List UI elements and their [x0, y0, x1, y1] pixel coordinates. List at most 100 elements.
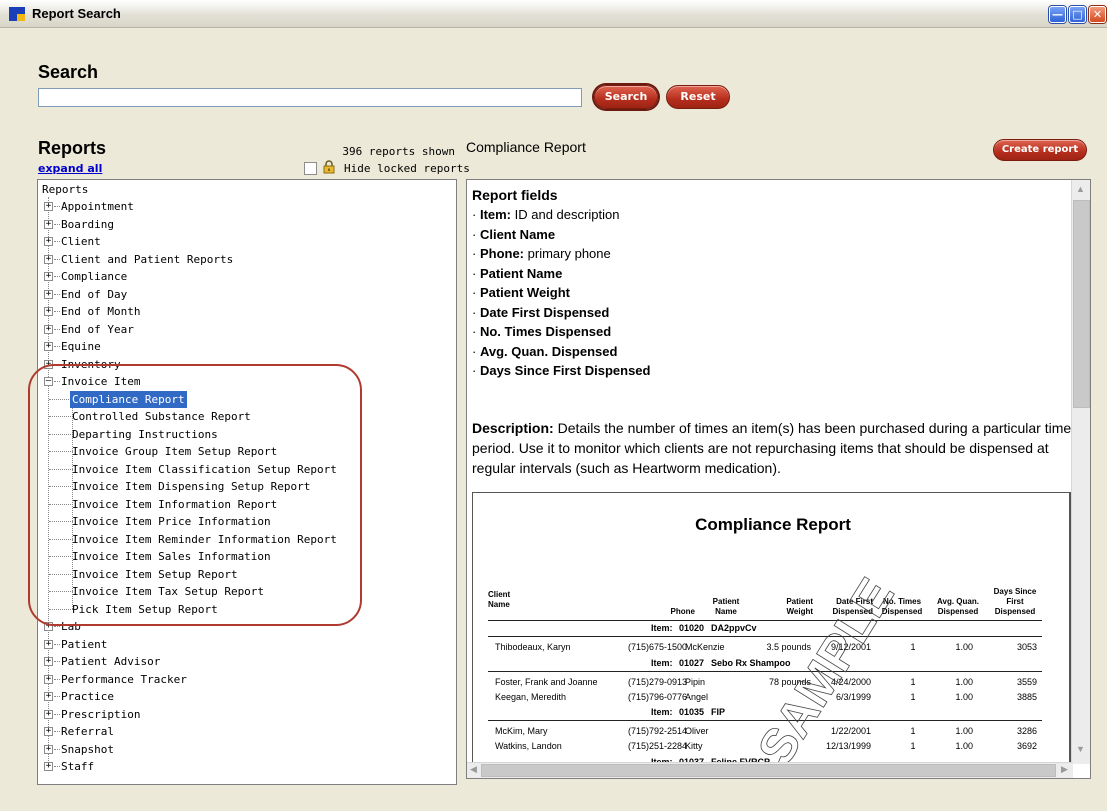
tree-branch — [49, 486, 73, 487]
tree-leaf-label: Compliance Report — [69, 389, 188, 409]
tree-branch — [54, 363, 60, 365]
reset-button[interactable]: Reset — [666, 85, 730, 109]
tree-branch — [49, 608, 73, 610]
tree-node-label: Appointment — [61, 200, 134, 213]
tree-branch — [54, 766, 60, 767]
expand-icon[interactable]: + — [44, 709, 53, 719]
scroll-down-icon[interactable]: ▼ — [1076, 744, 1085, 754]
tree-node-label: Staff — [61, 760, 95, 773]
sample-watermark: SAMPLE — [746, 568, 905, 772]
tree-branch — [54, 258, 60, 260]
description-label: Description: — [472, 420, 554, 436]
scrollbar-thumb[interactable] — [1073, 200, 1090, 408]
tree-node-label: Equine — [61, 340, 101, 353]
collapse-icon[interactable]: – — [44, 377, 53, 386]
tree-node-label: Prescription — [61, 707, 141, 721]
field-item: · Date First Dispensed — [472, 304, 610, 320]
expand-icon[interactable]: + — [44, 674, 53, 684]
tree-leaf-label: Invoice Item Dispensing Setup Report — [72, 480, 311, 493]
expand-icon[interactable]: + — [44, 727, 53, 736]
expand-all-link[interactable]: expand all — [38, 162, 102, 175]
tree-leaf-label: Pick Item Setup Report — [72, 602, 218, 616]
expand-icon[interactable]: + — [44, 289, 53, 299]
scrollbar-thumb[interactable] — [481, 764, 1056, 777]
expand-icon[interactable]: + — [44, 762, 53, 771]
tree-node-label: Client — [61, 235, 101, 248]
field-name: Date First Dispensed — [479, 304, 610, 320]
tree-branch — [49, 451, 73, 452]
field-desc: ID and description — [514, 207, 620, 222]
hide-locked-checkbox[interactable] — [304, 162, 317, 175]
tree-branch — [49, 433, 73, 435]
tree-node-label: Snapshot — [61, 742, 114, 756]
field-name: Item: — [479, 207, 512, 222]
expand-icon[interactable]: + — [44, 657, 53, 666]
vertical-scrollbar[interactable]: ▲ ▼ — [1071, 180, 1090, 764]
scroll-left-icon[interactable]: ◀ — [470, 764, 477, 775]
close-button[interactable]: ✕ — [1089, 6, 1106, 23]
expand-icon[interactable]: + — [44, 307, 53, 316]
expand-icon[interactable]: + — [44, 744, 53, 754]
tree-branch — [54, 381, 60, 382]
close-icon: ✕ — [1092, 8, 1103, 21]
tree-leaf-label: Invoice Item Tax Setup Report — [72, 585, 265, 598]
reports-heading: Reports — [38, 138, 107, 158]
tree-node-label: Boarding — [61, 217, 114, 231]
expand-icon[interactable]: + — [44, 272, 53, 281]
maximize-button[interactable]: □ — [1069, 6, 1086, 23]
tree-branch — [54, 311, 60, 312]
expand-icon[interactable]: + — [44, 639, 53, 649]
search-input[interactable] — [38, 88, 582, 107]
field-item: · Days Since First Dispensed — [472, 363, 651, 378]
expand-icon[interactable]: + — [44, 692, 53, 701]
reports-tree: Reports + Appointment + Boarding + Client +… — [37, 179, 457, 785]
tree-node-label: Invoice Item — [61, 375, 141, 388]
field-name: Patient Name — [479, 265, 563, 281]
tree-branch — [54, 293, 60, 295]
tree-leaf-label: Invoice Item Setup Report — [72, 567, 238, 581]
tree-leaf-label: Invoice Item Classification Setup Report — [72, 462, 337, 476]
tree-leaf-label: Invoice Item Price Information — [72, 515, 271, 528]
expand-icon[interactable]: + — [44, 254, 53, 264]
report-fields-heading: Report fields — [472, 187, 558, 203]
search-button[interactable]: Search — [594, 85, 658, 109]
field-name: Patient Weight — [479, 285, 570, 300]
tree-node-label: End of Year — [61, 322, 134, 336]
field-desc: primary phone — [527, 246, 611, 261]
tree-leaf-label: Departing Instructions — [72, 427, 218, 441]
horizontal-scrollbar[interactable]: ◀ ▶ — [467, 762, 1073, 778]
expand-icon[interactable]: + — [44, 202, 53, 211]
expand-icon[interactable]: + — [44, 219, 53, 229]
field-item: · No. Times Dispensed — [472, 324, 612, 339]
tree-node-label: End of Month — [61, 305, 141, 318]
tree-node-label: End of Day — [61, 287, 128, 301]
tree-branch — [54, 696, 60, 697]
tree-leaf-label: Invoice Group Item Setup Report — [72, 445, 278, 458]
tree-node-label: Referral — [61, 725, 114, 738]
expand-icon[interactable]: + — [44, 359, 53, 369]
minimize-icon: — — [1052, 8, 1063, 21]
hide-locked-label: Hide locked reports — [344, 162, 470, 175]
tree-branch — [49, 538, 73, 540]
field-name: No. Times Dispensed — [479, 324, 612, 339]
tree-node-label: Compliance — [61, 270, 128, 283]
app-icon — [9, 7, 25, 22]
expand-icon[interactable]: + — [44, 237, 53, 246]
field-item: · Avg. Quan. Dispensed — [472, 343, 618, 359]
tree-branch — [54, 626, 60, 627]
tree-leaf-label: Invoice Item Sales Information — [72, 550, 271, 563]
reports-count: 396 reports shown — [342, 145, 455, 158]
tree-branch — [49, 591, 73, 592]
expand-icon[interactable]: + — [44, 324, 53, 334]
field-name: Phone: — [479, 246, 525, 261]
report-description: Description: Details the number of times… — [472, 418, 1072, 478]
minimize-button[interactable]: — — [1049, 6, 1066, 23]
field-name: Days Since First Dispensed — [479, 363, 651, 378]
watermark-text: SAMPLE — [747, 568, 905, 772]
expand-icon[interactable]: + — [44, 622, 53, 631]
scroll-up-icon[interactable]: ▲ — [1076, 184, 1085, 194]
scroll-right-icon[interactable]: ▶ — [1061, 764, 1068, 775]
create-report-button[interactable]: Create report — [993, 139, 1087, 161]
tree-branch — [54, 241, 60, 242]
expand-icon[interactable]: + — [44, 342, 53, 351]
